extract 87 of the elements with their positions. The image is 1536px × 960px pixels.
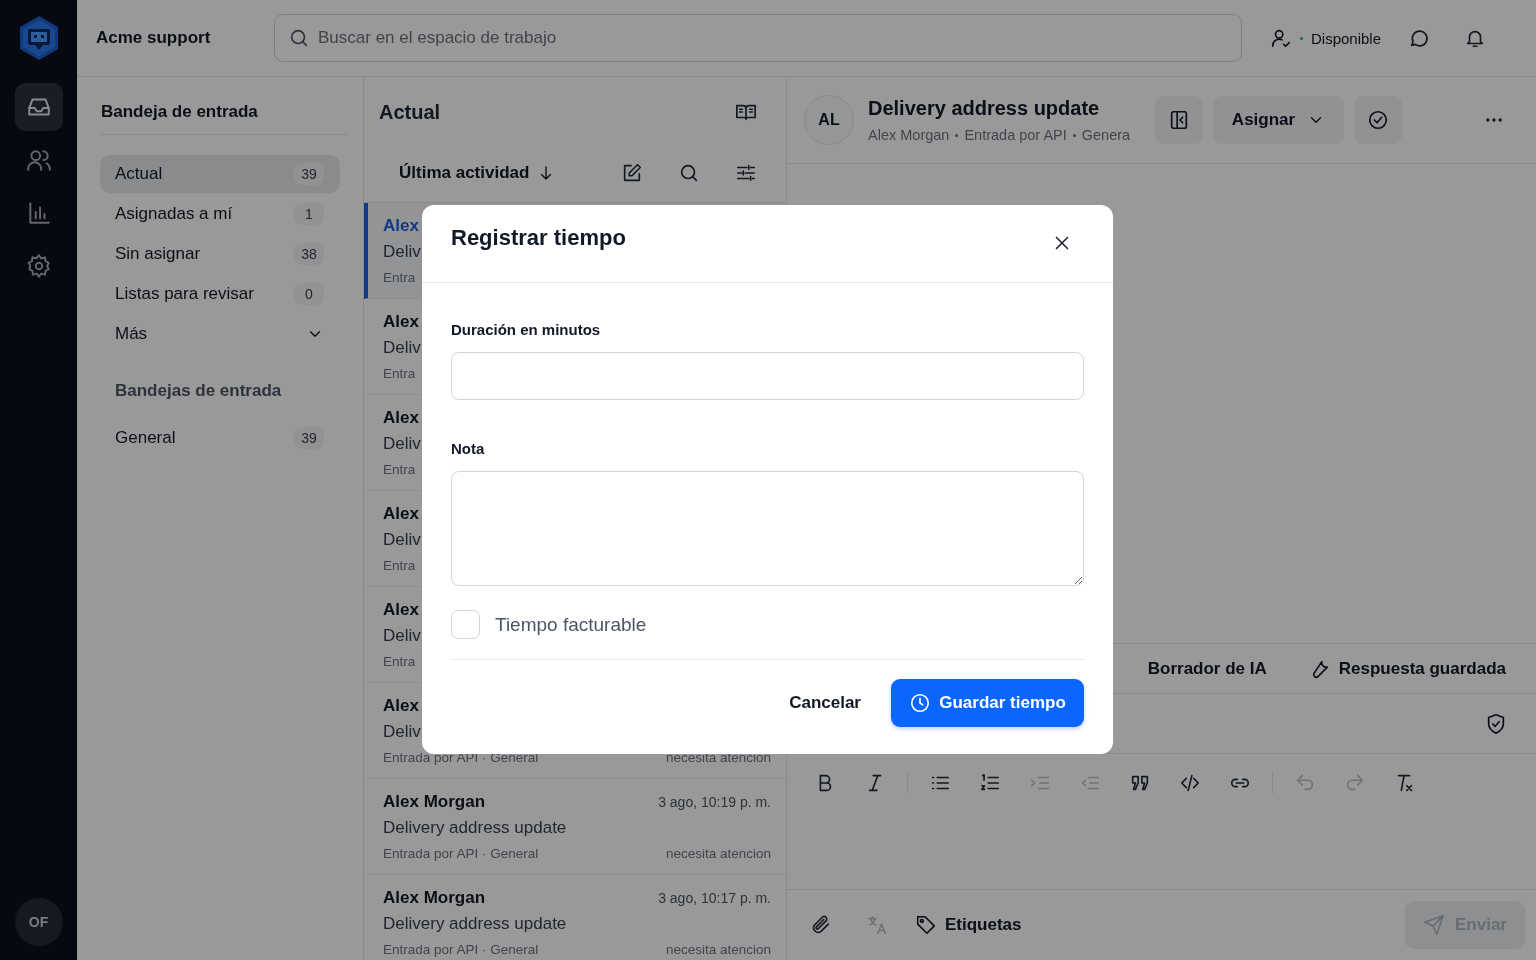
conversation-title: Delivery address update bbox=[868, 97, 1101, 120]
sender-name: Alex bbox=[383, 312, 419, 332]
conversation-meta: Entrada por API · General bbox=[383, 846, 539, 861]
dialog-title: Registrar tiempo bbox=[451, 225, 626, 251]
checkbox[interactable] bbox=[451, 610, 480, 639]
chat-icon bbox=[1408, 27, 1431, 49]
conversation-meta: Alex Morgan bbox=[868, 127, 950, 143]
conversation-meta: Genera bbox=[1081, 127, 1131, 143]
checkbox-label: Tiempo facturable bbox=[495, 613, 647, 636]
sender-name: Alex Morgan bbox=[383, 888, 486, 908]
code-icon bbox=[1179, 772, 1201, 794]
sender-name: Alex bbox=[383, 504, 419, 524]
more-item[interactable]: Más bbox=[100, 315, 340, 353]
status-label: necesita atencion bbox=[665, 942, 771, 957]
count-badge: 0 bbox=[294, 283, 324, 305]
conversation-item[interactable]: Alex Morgan 3 ago, 10:19 p. m. Delivery address update Entrada por API · General necesita atencion bbox=[364, 779, 786, 875]
workspace-name: Acme support bbox=[96, 28, 212, 48]
sender-name: Alex bbox=[383, 696, 419, 716]
conversation-subject: Deliv bbox=[383, 626, 421, 646]
count-badge: 1 bbox=[294, 203, 324, 225]
more-icon bbox=[1486, 118, 1502, 122]
user-avatar[interactable]: OF bbox=[14, 898, 63, 946]
sort-button[interactable]: Última actividad bbox=[399, 162, 556, 183]
folder-item[interactable]: Actual 39 bbox=[100, 155, 340, 193]
search-field[interactable]: Buscar en el espacio de trabajo bbox=[274, 14, 1242, 62]
sender-name: Alex bbox=[383, 600, 419, 620]
conversation-meta: Entra bbox=[383, 366, 416, 381]
conversation-meta: Entrada por API bbox=[964, 127, 1067, 143]
section-heading: Bandejas de entrada bbox=[114, 380, 283, 402]
conversation-subject: Delivery address update bbox=[383, 914, 567, 934]
status-label: necesita atencion bbox=[665, 846, 771, 861]
conversation-meta: Entra bbox=[383, 558, 416, 573]
list-title: Actual bbox=[379, 100, 441, 124]
sidebar-panel-icon bbox=[1168, 109, 1190, 131]
conversation-meta: Entrada por API · General bbox=[383, 942, 539, 957]
panel-toggle-button[interactable] bbox=[1155, 96, 1203, 144]
send-icon bbox=[1423, 914, 1445, 936]
folder-item[interactable]: Listas para revisar 0 bbox=[100, 275, 340, 313]
assign-button[interactable]: Asignar bbox=[1213, 96, 1344, 144]
separator-dot bbox=[1072, 133, 1076, 137]
separator-dot bbox=[955, 133, 959, 137]
field-label: Nota bbox=[451, 440, 486, 457]
cancel-button[interactable]: Cancelar bbox=[789, 693, 861, 713]
contact-avatar: AL bbox=[804, 95, 854, 145]
note-field[interactable] bbox=[451, 471, 1084, 586]
conversation-subject: Deliv bbox=[383, 242, 421, 262]
paperclip-icon bbox=[810, 914, 832, 936]
conversation-subject: Deliv bbox=[383, 530, 421, 550]
ai-draft-button[interactable]: Borrador de IA bbox=[1147, 658, 1267, 679]
conversation-subject: Deliv bbox=[383, 722, 421, 742]
status-button[interactable]: Disponible bbox=[1270, 27, 1382, 49]
saved-reply-button[interactable]: Respuesta guardada bbox=[1308, 657, 1506, 680]
resolve-button[interactable] bbox=[1354, 96, 1402, 144]
timestamp: 3 ago, 10:19 p. m. bbox=[658, 794, 771, 810]
sender-name: Alex Morgan bbox=[383, 792, 486, 812]
field-label: Duración en minutos bbox=[451, 321, 602, 338]
folder-item[interactable]: General 39 bbox=[100, 419, 340, 457]
count-badge: 39 bbox=[294, 427, 324, 449]
sender-name: Alex bbox=[383, 216, 419, 236]
settings-icon bbox=[25, 253, 52, 279]
status-label: necesita atencion bbox=[665, 750, 771, 765]
folder-item[interactable]: Asignadas a mí 1 bbox=[100, 195, 340, 233]
contacts-icon bbox=[25, 147, 52, 173]
timestamp: 3 ago, 10:17 p. m. bbox=[658, 890, 771, 906]
translate-icon bbox=[866, 914, 888, 936]
shield-icon bbox=[1485, 712, 1507, 735]
conversation-meta: Entra bbox=[383, 270, 416, 285]
folder-item[interactable]: Sin asignar 38 bbox=[100, 235, 340, 273]
inbox-nav-button[interactable] bbox=[14, 83, 63, 131]
duration-field[interactable] bbox=[451, 352, 1084, 400]
conversation-subject: Delivery address update bbox=[383, 818, 567, 838]
count-badge: 39 bbox=[294, 163, 324, 185]
tag-icon bbox=[915, 914, 937, 936]
count-badge: 38 bbox=[294, 243, 324, 265]
sender-name: Alex bbox=[383, 408, 419, 428]
conversation-subject: Deliv bbox=[383, 434, 421, 454]
check-circle-icon bbox=[1367, 109, 1389, 131]
conversation-subject: Deliv bbox=[383, 338, 421, 358]
user-icon bbox=[1270, 27, 1292, 49]
save-button[interactable]: Guardar tiempo bbox=[891, 679, 1084, 727]
compose-icon bbox=[621, 161, 643, 184]
conversation-meta: Entra bbox=[383, 654, 416, 669]
conversation-item[interactable]: Alex Morgan 3 ago, 10:17 p. m. Delivery address update Entrada por API · General necesita atencion bbox=[364, 875, 786, 960]
sidebar-heading: Bandeja de entrada bbox=[100, 99, 347, 135]
clock-icon bbox=[909, 692, 932, 714]
tags-button[interactable]: Etiquetas bbox=[915, 914, 1022, 936]
conversation-meta: Entra bbox=[383, 462, 416, 477]
